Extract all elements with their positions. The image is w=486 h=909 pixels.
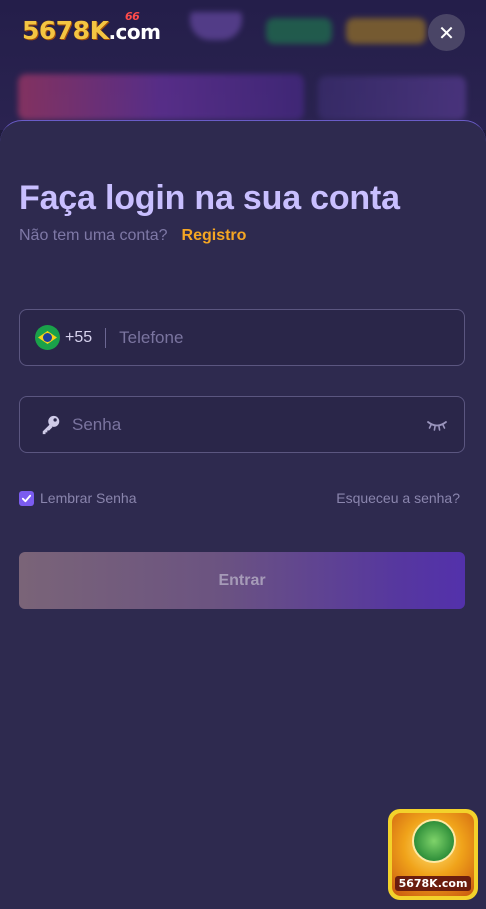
eye-closed-icon[interactable] <box>426 418 448 432</box>
remember-label[interactable]: Lembrar Senha <box>40 490 137 506</box>
country-dial-code[interactable]: +55 <box>65 329 92 347</box>
background-blurred-banner-secondary <box>318 76 466 120</box>
key-icon <box>42 415 60 434</box>
background-blurred-button-green <box>266 18 332 44</box>
register-link[interactable]: Registro <box>182 227 247 245</box>
checkmark-icon <box>21 494 32 502</box>
login-submit-button[interactable]: Entrar <box>19 552 465 609</box>
site-logo: 5678K.com 66 <box>22 10 161 45</box>
remember-checkbox[interactable] <box>19 490 34 506</box>
background-blurred-button-gold <box>346 18 426 44</box>
dragon-icon <box>412 819 456 863</box>
close-button[interactable]: ✕ <box>428 14 465 51</box>
background-app-header: 5678K.com 66 <box>0 0 486 130</box>
phone-input[interactable] <box>119 310 464 365</box>
brazil-flag-icon[interactable] <box>35 325 60 350</box>
remember-password-row[interactable]: Lembrar Senha <box>19 490 137 506</box>
background-blurred-banner <box>18 74 304 120</box>
password-field[interactable] <box>19 396 465 453</box>
forgot-password-link[interactable]: Esqueceu a senha? <box>336 490 460 506</box>
floating-game-widget[interactable]: 5678K.com <box>388 809 478 900</box>
close-icon: ✕ <box>438 20 455 45</box>
page-title: Faça login na sua conta <box>19 179 400 217</box>
game-thumbnail[interactable]: 5678K.com <box>392 813 474 896</box>
field-divider <box>105 327 107 348</box>
password-input[interactable] <box>72 397 426 452</box>
widget-logo: 5678K.com <box>395 876 471 891</box>
background-blurred-emblem <box>190 12 242 40</box>
no-account-text: Não tem uma conta? <box>19 227 168 244</box>
phone-field[interactable]: +55 <box>19 309 465 366</box>
login-sheet: Faça login na sua conta Não tem uma cont… <box>0 120 486 909</box>
register-prompt: Não tem uma conta? Registro <box>19 227 246 245</box>
